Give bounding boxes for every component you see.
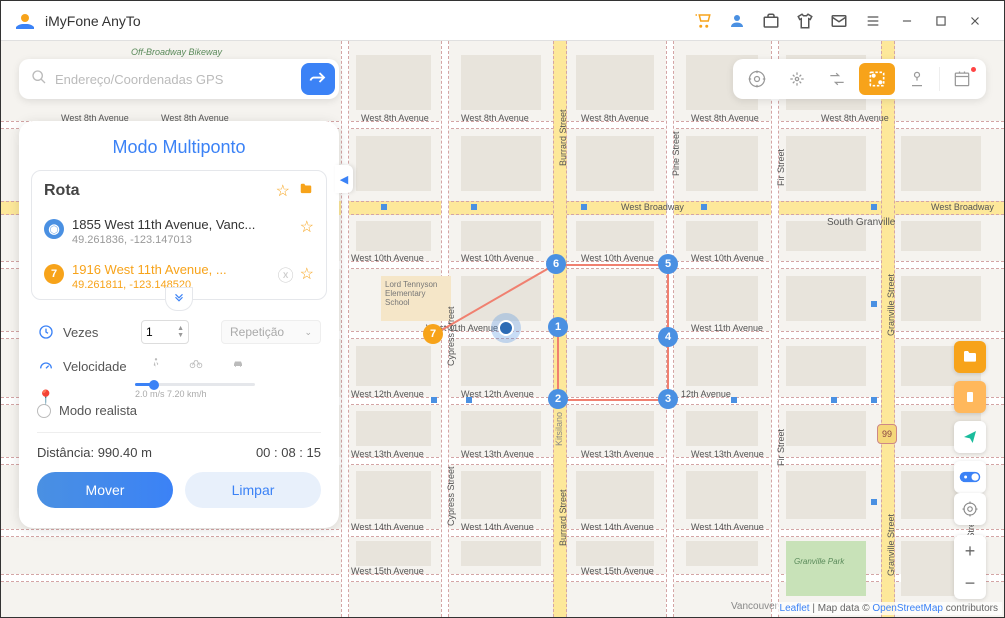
search-go-button[interactable] bbox=[301, 63, 335, 95]
two-spot-mode-button[interactable] bbox=[819, 63, 855, 95]
start-address: 1855 West 11th Avenue, Vanc... bbox=[72, 217, 292, 232]
start-coords: 49.261836, -123.147013 bbox=[72, 234, 292, 246]
waypoint-pin-icon: 7 bbox=[44, 264, 64, 284]
walk-mode-button[interactable] bbox=[149, 356, 163, 377]
waypoint-2[interactable]: 2 bbox=[548, 389, 568, 409]
app-title: iMyFone AnyTo bbox=[45, 13, 141, 29]
favorite-waypoint-button[interactable]: ☆ bbox=[300, 264, 314, 284]
mode-toolbar bbox=[733, 59, 986, 99]
waypoint-7[interactable]: 7 bbox=[423, 324, 443, 344]
last-address: 1916 West 11th Avenue, ... bbox=[72, 262, 270, 277]
leaflet-link[interactable]: Leaflet bbox=[780, 603, 810, 614]
move-button[interactable]: Mover bbox=[37, 472, 173, 508]
bike-mode-button[interactable] bbox=[187, 356, 205, 377]
times-icon bbox=[37, 324, 55, 340]
waypoint-6[interactable]: 6 bbox=[546, 254, 566, 274]
times-stepper[interactable]: 1▲▼ bbox=[141, 320, 189, 344]
route-box: Rota ☆ 1855 West 11th Avenue, Vanc... 49… bbox=[31, 170, 327, 300]
cart-button[interactable] bbox=[689, 7, 717, 35]
speed-label: Velocidade bbox=[63, 359, 133, 374]
route-start-item[interactable]: 1855 West 11th Avenue, Vanc... 49.261836… bbox=[44, 209, 314, 254]
title-bar: iMyFone AnyTo bbox=[1, 1, 1004, 41]
tshirt-button[interactable] bbox=[791, 7, 819, 35]
osm-link[interactable]: OpenStreetMap bbox=[872, 603, 943, 614]
speed-value-text: 2.0 m/s 7.20 km/h bbox=[135, 389, 321, 399]
map-attribution: Leaflet | Map data © OpenStreetMap contr… bbox=[776, 602, 1002, 615]
pin-marker-icon: 📍 bbox=[37, 389, 54, 406]
car-mode-button[interactable] bbox=[229, 356, 247, 377]
multipoint-panel: ◀ Modo Multiponto Rota ☆ 1855 West 11th … bbox=[19, 121, 339, 528]
history-button[interactable] bbox=[944, 63, 980, 95]
briefcase-button[interactable] bbox=[757, 7, 785, 35]
app-logo-icon bbox=[13, 9, 37, 33]
add-favorite-button[interactable] bbox=[954, 341, 986, 373]
route-label: Rota bbox=[44, 182, 276, 200]
send-button[interactable] bbox=[954, 421, 986, 453]
times-label: Vezes bbox=[63, 325, 133, 340]
favorite-start-button[interactable]: ☆ bbox=[300, 217, 314, 237]
search-icon bbox=[31, 69, 47, 90]
collapse-panel-button[interactable]: ◀ bbox=[335, 165, 353, 193]
menu-button[interactable] bbox=[859, 7, 887, 35]
speed-slider[interactable]: 2.0 m/s 7.20 km/h bbox=[135, 383, 321, 399]
maximize-button[interactable] bbox=[927, 7, 955, 35]
multi-spot-mode-button[interactable] bbox=[859, 63, 895, 95]
time-text: 00 : 08 : 15 bbox=[256, 445, 321, 460]
remove-waypoint-button[interactable]: ⓧ bbox=[278, 262, 294, 286]
highway-badge: 99 bbox=[877, 424, 897, 444]
search-input[interactable] bbox=[55, 72, 301, 87]
waypoint-3[interactable]: 3 bbox=[658, 389, 678, 409]
repeat-select[interactable]: Repetição⌄ bbox=[221, 320, 321, 344]
clear-button[interactable]: Limpar bbox=[185, 472, 321, 508]
mail-button[interactable] bbox=[825, 7, 853, 35]
waypoint-1[interactable]: 1 bbox=[548, 317, 568, 337]
waypoint-5[interactable]: 5 bbox=[658, 254, 678, 274]
toggle-button[interactable] bbox=[954, 461, 986, 493]
account-button[interactable] bbox=[723, 7, 751, 35]
close-button[interactable] bbox=[961, 7, 989, 35]
panel-title: Modo Multiponto bbox=[19, 137, 339, 158]
map[interactable]: Lord Tennyson Elementary School West 8th… bbox=[1, 41, 1004, 617]
current-location-marker bbox=[491, 313, 521, 343]
distance-text: Distância: 990.40 m bbox=[37, 445, 152, 460]
search-box bbox=[19, 59, 339, 99]
school-label: Lord Tennyson Elementary School bbox=[381, 276, 451, 321]
waypoint-4[interactable]: 4 bbox=[658, 327, 678, 347]
device-button[interactable] bbox=[954, 381, 986, 413]
zoom-in-button[interactable]: + bbox=[954, 535, 986, 567]
zoom-controls: + − bbox=[954, 535, 986, 599]
zoom-out-button[interactable]: − bbox=[954, 567, 986, 599]
speed-icon bbox=[37, 359, 55, 375]
realistic-label: Modo realista bbox=[59, 403, 137, 418]
start-pin-icon bbox=[44, 219, 64, 239]
side-tools bbox=[954, 341, 986, 493]
save-route-button[interactable] bbox=[298, 182, 314, 201]
joystick-mode-button[interactable] bbox=[779, 63, 815, 95]
locate-me-button[interactable] bbox=[954, 493, 986, 525]
teleport-mode-button[interactable] bbox=[739, 63, 775, 95]
minimize-button[interactable] bbox=[893, 7, 921, 35]
favorite-route-button[interactable]: ☆ bbox=[276, 181, 290, 201]
jump-teleport-button[interactable] bbox=[899, 63, 935, 95]
expand-route-button[interactable] bbox=[165, 287, 193, 311]
